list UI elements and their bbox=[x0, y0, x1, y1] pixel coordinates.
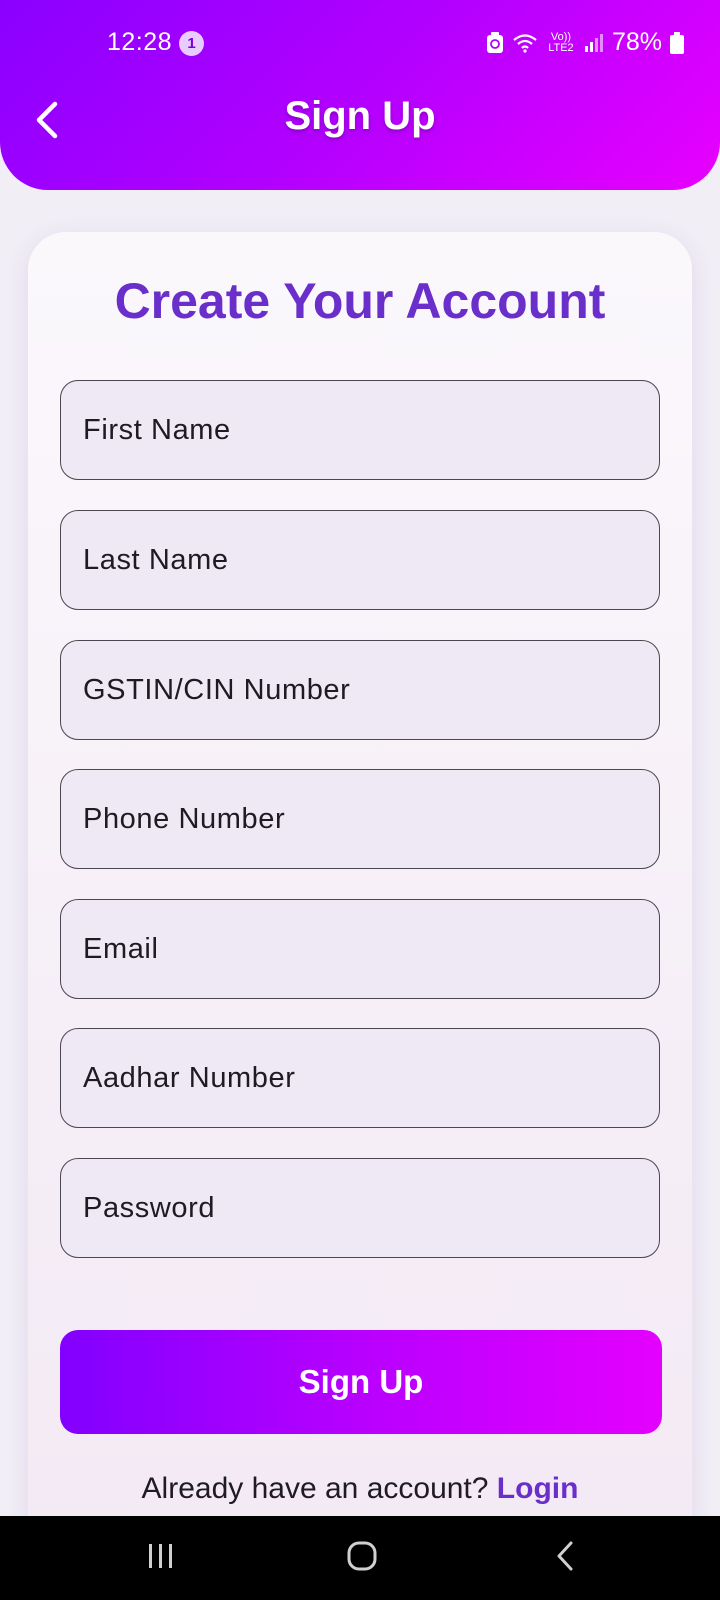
page-title: Sign Up bbox=[284, 94, 436, 138]
wifi-icon bbox=[512, 33, 538, 53]
first-name-input[interactable] bbox=[83, 413, 659, 447]
battery-percent: 78% bbox=[611, 28, 662, 56]
phone-number-field[interactable] bbox=[60, 769, 660, 869]
home-button[interactable] bbox=[337, 1536, 387, 1580]
recent-apps-button[interactable] bbox=[136, 1536, 186, 1580]
battery-icon bbox=[670, 31, 684, 54]
email-input[interactable] bbox=[83, 932, 659, 966]
password-input[interactable] bbox=[83, 1191, 659, 1225]
battery-saver-icon bbox=[486, 31, 504, 54]
aadhar-number-input[interactable] bbox=[83, 1061, 659, 1095]
system-back-button[interactable] bbox=[540, 1536, 590, 1580]
email-field[interactable] bbox=[60, 899, 660, 999]
login-prompt-row: Already have an account? Login bbox=[28, 1472, 692, 1506]
form-heading: Create Your Account bbox=[114, 273, 606, 329]
login-prompt-text: Already have an account? bbox=[141, 1472, 489, 1505]
recent-apps-icon bbox=[146, 1542, 176, 1575]
app-header: 12:28 1 Vo)) LTE2 78% Sign Up bbox=[0, 0, 720, 190]
network-label: Vo)) LTE2 bbox=[548, 30, 574, 54]
notification-badge: 1 bbox=[179, 31, 204, 56]
status-time: 12:28 bbox=[107, 28, 173, 56]
first-name-field[interactable] bbox=[60, 380, 660, 480]
gstin-cin-field[interactable] bbox=[60, 640, 660, 740]
status-bar: 12:28 1 Vo)) LTE2 78% bbox=[0, 0, 720, 88]
phone-number-input[interactable] bbox=[83, 802, 659, 836]
home-icon bbox=[346, 1540, 378, 1577]
signup-card: Create Your Account Sign Up Already have… bbox=[28, 232, 692, 1600]
last-name-field[interactable] bbox=[60, 510, 660, 610]
sign-up-button[interactable]: Sign Up bbox=[60, 1330, 662, 1434]
password-field[interactable] bbox=[60, 1158, 660, 1258]
system-navigation-bar bbox=[0, 1516, 720, 1600]
back-icon bbox=[553, 1540, 577, 1577]
last-name-input[interactable] bbox=[83, 543, 659, 577]
gstin-cin-input[interactable] bbox=[83, 673, 659, 707]
login-link[interactable]: Login bbox=[497, 1472, 579, 1505]
status-icons: Vo)) LTE2 78% bbox=[486, 28, 684, 57]
aadhar-number-field[interactable] bbox=[60, 1028, 660, 1128]
signal-icon bbox=[584, 33, 604, 53]
